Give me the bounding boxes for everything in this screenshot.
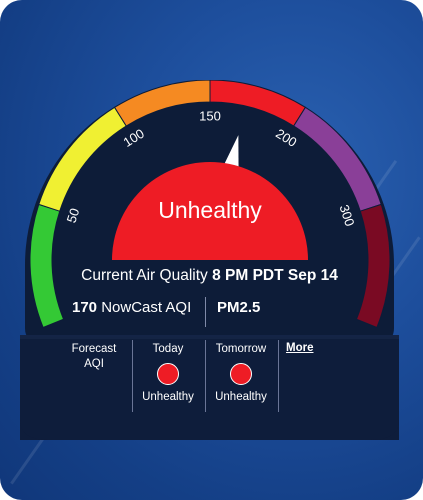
today-label: Today bbox=[152, 343, 184, 355]
tomorrow-status: Unhealthy bbox=[215, 391, 267, 403]
today-status: Unhealthy bbox=[142, 391, 194, 403]
today-aqi-dot bbox=[157, 363, 179, 385]
current-air-quality-line: Current Air Quality 8 PM PDT Sep 14 bbox=[20, 267, 399, 285]
nowcast-aqi: 170 NowCast AQI bbox=[72, 299, 191, 316]
forecast-tomorrow: Tomorrow Unhealthy bbox=[205, 336, 277, 414]
current-title: Current Air Quality bbox=[81, 267, 208, 284]
pollutant: PM2.5 bbox=[217, 299, 261, 316]
tomorrow-aqi-dot bbox=[230, 363, 252, 385]
forecast-label-line2: AQI bbox=[84, 358, 104, 370]
values-divider bbox=[205, 297, 206, 327]
current-air-quality: Current Air Quality 8 PM PDT Sep 14 170 … bbox=[20, 262, 399, 330]
aqi-label: NowCast AQI bbox=[101, 299, 192, 316]
forecast-label-line1: Forecast bbox=[71, 343, 117, 355]
forecast-today: Today Unhealthy bbox=[132, 336, 204, 414]
gauge-scale-label: 150 bbox=[199, 108, 221, 123]
current-values: 170 NowCast AQI PM2.5 bbox=[20, 297, 399, 327]
gauge-category-label: Unhealthy bbox=[158, 197, 262, 223]
forecast-row: Forecast AQI Today Unhealthy Tomorrow Un… bbox=[20, 336, 399, 426]
air-quality-widget: 50 100 150 200 300 Unhealthy Current Air Qua… bbox=[0, 0, 423, 500]
forecast-divider bbox=[278, 340, 279, 412]
tomorrow-label: Tomorrow bbox=[215, 343, 267, 355]
forecast-label: Forecast AQI bbox=[54, 336, 134, 414]
more-link[interactable]: More bbox=[286, 342, 313, 354]
aqi-number: 170 bbox=[72, 299, 98, 316]
current-time: 8 PM PDT Sep 14 bbox=[212, 267, 338, 284]
